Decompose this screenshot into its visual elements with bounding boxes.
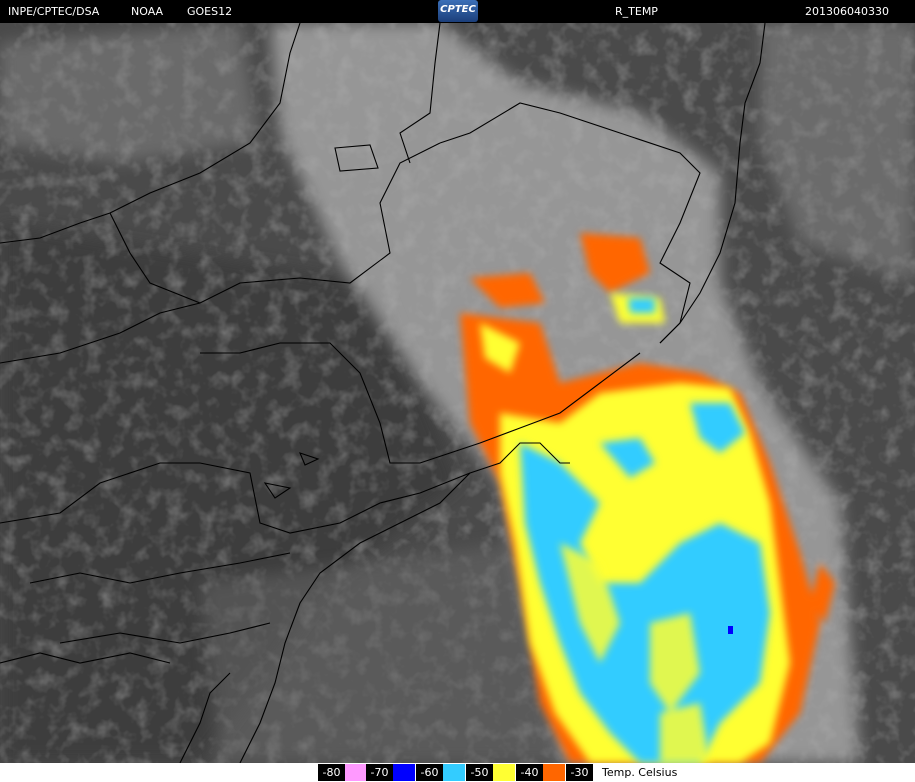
timestamp-label: 201306040330 <box>805 5 889 18</box>
legend-label: -80 <box>318 764 345 781</box>
legend-swatch <box>393 764 415 781</box>
product-label: R_TEMP <box>615 5 658 18</box>
image-header: INPE/CPTEC/DSA NOAA GOES12 CPTEC R_TEMP … <box>0 0 915 23</box>
cptec-logo: CPTEC <box>438 0 478 22</box>
legend-swatch <box>543 764 565 781</box>
legend-label: -50 <box>466 764 493 781</box>
satellite-map <box>0 22 915 764</box>
map-svg <box>0 22 915 764</box>
legend-label: -30 <box>566 764 593 781</box>
satellite-label: GOES12 <box>187 5 233 18</box>
color-legend: -80 -70 -60 -50 -40 -30 Temp. Celsius <box>0 763 915 782</box>
legend-swatch <box>493 764 515 781</box>
legend-title: Temp. Celsius <box>602 766 678 779</box>
cloud-nw <box>0 23 260 163</box>
legend-label: -40 <box>516 764 543 781</box>
legend-label: -70 <box>366 764 393 781</box>
logo-text: CPTEC <box>440 4 476 15</box>
legend-swatch <box>443 764 465 781</box>
temp-minus70-spot <box>728 626 733 634</box>
legend-label: -60 <box>416 764 443 781</box>
source-label: INPE/CPTEC/DSA <box>8 5 100 18</box>
agency-label: NOAA <box>131 5 164 18</box>
legend-swatch <box>345 764 367 781</box>
